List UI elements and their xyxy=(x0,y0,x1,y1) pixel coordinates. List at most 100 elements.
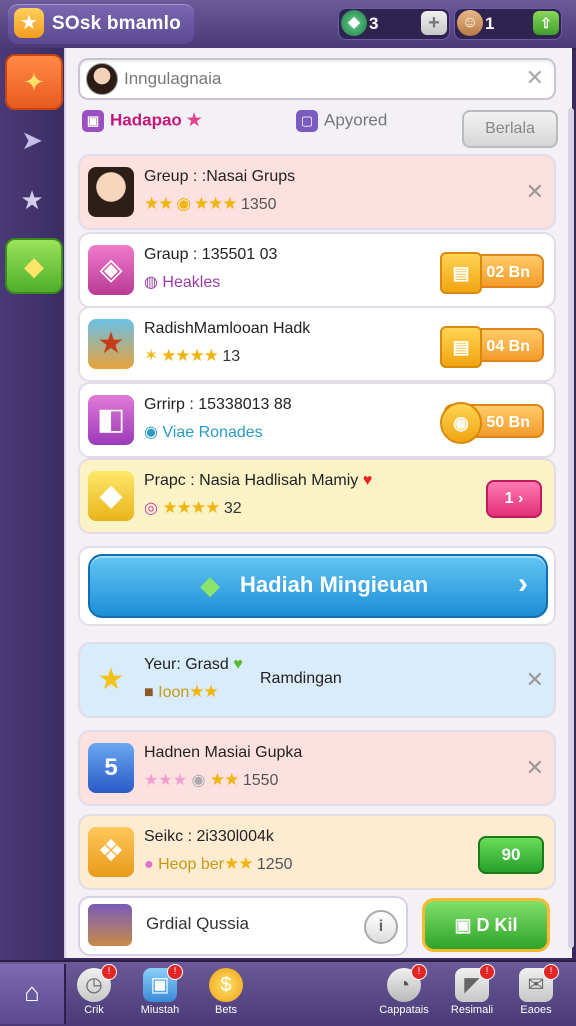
item-value: 1250 xyxy=(256,856,293,873)
item-sub-text: Ioon xyxy=(158,684,190,701)
list-item[interactable]: ◧ Grrirp : 15338013 88 ◉ Viae Ronades ◉ 5… xyxy=(78,382,556,458)
character-icon: ☺ xyxy=(457,10,483,36)
star-icon: ★ xyxy=(186,110,202,130)
heart-icon: ♥ xyxy=(362,472,373,489)
clock-icon: ◷! xyxy=(77,964,117,1002)
list-item[interactable]: ★ RadishMamlooan Hadk ✶ ★★★★ 13 ▤ 04 Bn xyxy=(78,306,556,382)
berlala-button[interactable]: Berlala xyxy=(462,110,558,148)
stars-icon: ✶ ★★★★ xyxy=(144,346,219,365)
sidebar-tag-button[interactable]: ◆ xyxy=(5,238,63,294)
star-badge-icon: ★ xyxy=(20,185,44,215)
bag-icon: ◈ xyxy=(88,245,134,295)
close-icon[interactable]: ✕ xyxy=(526,179,544,205)
search-input[interactable]: Inngulagnaia xyxy=(124,69,221,89)
sidebar-star-badge-button[interactable]: ★ xyxy=(5,174,59,226)
stars-icon: ★★ xyxy=(223,854,254,873)
item-sub-text: Heakles xyxy=(162,274,221,291)
chest-icon: ▤ xyxy=(440,252,482,294)
character-count: 1 xyxy=(485,14,495,33)
add-gem-button[interactable]: + xyxy=(421,11,447,35)
chest-icon: ▤ xyxy=(440,326,482,368)
card-icon: ▣ xyxy=(82,110,104,132)
nav-cappatais[interactable]: ◔! Cappatais xyxy=(372,964,436,1024)
tab-bar: ▣ Hadapao ★ ▢ Apyored Berlala xyxy=(78,106,558,148)
item-sub: ✶ ★★★★ 13 xyxy=(144,346,240,366)
kit-label: D Kil xyxy=(476,915,518,935)
mail-icon: ✉! xyxy=(519,964,559,1002)
nav-resimali[interactable]: ◤! Resimali xyxy=(440,964,504,1024)
item-value: 1550 xyxy=(242,772,279,789)
gem-icon: ◆ xyxy=(341,10,367,36)
item-sub: ★★ ◉ ★★★ 1350 xyxy=(144,194,277,214)
search-bar[interactable]: Inngulagnaia ✕ xyxy=(78,58,556,100)
big-button-container: ◆ Hadiah Mingieuan › xyxy=(78,546,556,626)
nav-eaoes[interactable]: ✉! Eaoes xyxy=(504,964,568,1024)
kit-button[interactable]: ▣ D Kil xyxy=(422,898,550,952)
dial-icon: ◔! xyxy=(387,964,427,1002)
stars-icon: ★★★★ xyxy=(162,498,220,517)
character-counter: ☺ 1 ⇧ xyxy=(454,8,562,40)
avatar xyxy=(86,63,118,95)
stars-icon: ★★★ xyxy=(144,772,188,789)
list-item[interactable]: Greup : :Nasai Grups ★★ ◉ ★★★ 1350 ✕ xyxy=(78,154,556,230)
bottom-card[interactable]: Grdial Qussia i xyxy=(78,896,408,956)
price-button[interactable]: 90 xyxy=(478,836,544,874)
nav-miustah[interactable]: ▣! Miustah xyxy=(128,964,192,1024)
box-icon: ■ xyxy=(144,684,154,701)
heart-icon: ♥ xyxy=(233,656,243,673)
sidebar-arrow-button[interactable]: ➤ xyxy=(5,114,59,166)
item-title: Yeur: Grasd ♥ xyxy=(144,656,243,674)
scrollbar[interactable] xyxy=(568,108,574,948)
item-title: Grrirp : 15338013 88 xyxy=(144,396,292,413)
item-sub: ■ Ioon★★ xyxy=(144,682,219,702)
upgrade-button[interactable]: ⇧ xyxy=(533,11,559,35)
nav-label: Bets xyxy=(214,1004,237,1016)
nav-crik[interactable]: ◷! Crik xyxy=(62,964,126,1024)
info-icon[interactable]: i xyxy=(364,910,398,944)
list-item[interactable]: ★ Yeur: Grasd ♥ ■ Ioon★★ Ramdingan ✕ xyxy=(78,642,556,718)
square-icon: ▢ xyxy=(296,110,318,132)
close-icon[interactable]: ✕ xyxy=(526,65,544,91)
stars-icon: ★★ xyxy=(189,682,219,701)
next-label: 1 xyxy=(504,490,514,507)
arrow-icon: ➤ xyxy=(21,125,43,155)
item-title: Graup : 135501 03 xyxy=(144,246,278,263)
star-icon: ✦ xyxy=(23,67,45,97)
ticket-icon: ◆ xyxy=(200,570,220,600)
price-label: 02 Bn xyxy=(486,264,530,281)
list-item[interactable]: ◈ Graup : 135501 03 ◍ Heakles ▤ 02 Bn xyxy=(78,232,556,308)
close-icon[interactable]: ✕ xyxy=(526,667,544,693)
app-logo[interactable]: ★ SOsk bmamlo xyxy=(8,4,194,44)
sidebar-star-button[interactable]: ✦ xyxy=(5,54,63,110)
item-sub: ◍ Heakles xyxy=(144,272,220,292)
badge-icon: ◎ xyxy=(144,500,158,517)
close-icon[interactable]: ✕ xyxy=(526,755,544,781)
price-button[interactable]: ▤ 02 Bn xyxy=(440,252,544,294)
item-title: Greup : :Nasai Grups xyxy=(144,168,296,185)
list-item[interactable]: ◆ Prapc : Nasia Hadlisah Mamiy ♥ ◎ ★★★★ … xyxy=(78,458,556,534)
item-title-text: Prapc : Nasia Hadlisah Mamiy xyxy=(144,472,359,489)
item-sub: ★★★ ◉ ★★ 1550 xyxy=(144,770,278,790)
tab-apyored[interactable]: ▢ Apyored xyxy=(296,110,387,142)
cube-icon: ◧ xyxy=(88,395,134,445)
price-button[interactable]: ◉ 50 Bn xyxy=(440,402,544,444)
nav-label: Cappatais xyxy=(379,1004,429,1016)
next-button[interactable]: 1 › xyxy=(486,480,542,518)
tab-hadapao[interactable]: ▣ Hadapao ★ xyxy=(82,110,202,142)
list-item[interactable]: 5 Hadnen Masiai Gupka ★★★ ◉ ★★ 1550 ✕ xyxy=(78,730,556,806)
nav-bets[interactable]: $ Bets xyxy=(194,966,258,1024)
nav-home[interactable]: ⌂ xyxy=(0,964,66,1024)
main-panel: Inngulagnaia ✕ ▣ Hadapao ★ ▢ Apyored Berla… xyxy=(64,48,574,958)
stars-icon: ★★ ◉ ★★★ xyxy=(144,194,237,213)
bag-icon: ▣ xyxy=(454,915,472,935)
hadiah-button[interactable]: ◆ Hadiah Mingieuan › xyxy=(88,554,548,618)
bottom-card-label: Grdial Qussia xyxy=(146,914,249,933)
item-value: 13 xyxy=(222,348,241,365)
item-sub: ◎ ★★★★ 32 xyxy=(144,498,242,518)
price-button[interactable]: ▤ 04 Bn xyxy=(440,326,544,368)
stars-icon: ★★ xyxy=(209,770,240,789)
tag-icon: ◆ xyxy=(24,251,44,281)
megaphone-icon: ◤! xyxy=(455,964,495,1002)
list-item[interactable]: ❖ Seikc : 2i330l004k ● Heop ber★★ 1250 9… xyxy=(78,814,556,890)
item-title: RadishMamlooan Hadk xyxy=(144,320,311,337)
